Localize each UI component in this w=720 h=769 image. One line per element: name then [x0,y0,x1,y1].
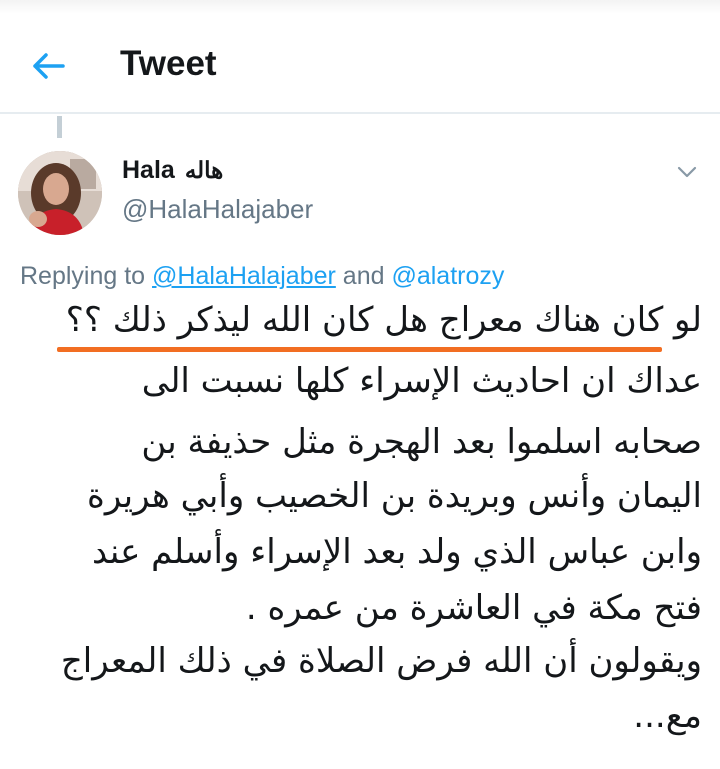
tweet-line-1: لو كان هناك معراج هل كان الله ليذكر ذلك … [65,300,702,340]
tweet-line-6: فتح مكة في العاشرة من عمره . [245,588,702,628]
tweet-line-4: اليمان وأنس وبريدة بن الخصيب وأبي هريرة [87,476,702,516]
header-bar: Tweet [0,14,720,114]
tweet-line-8: مع... [633,696,702,736]
replying-to-line: Replying to @HalaHalajaber and @alatrozy [20,262,504,291]
replying-prefix: Replying to [20,262,146,290]
tweet-line-7: ويقولون أن الله فرض الصلاة في ذلك المعرا… [60,641,702,681]
author-handle[interactable]: @HalaHalajaber [122,194,313,225]
back-button[interactable] [28,46,68,86]
thread-connector [57,116,62,138]
replying-conjunction: and [342,262,385,290]
top-shadow [0,0,720,14]
reply-mention-2[interactable]: @alatrozy [391,262,504,290]
author-name-row[interactable]: Hala هاله [122,156,223,185]
chevron-down-icon [677,166,697,178]
author-name-arabic[interactable]: هاله [185,157,223,184]
tweet-line-5: وابن عباس الذي ولد بعد الإسراء وأسلم عند [91,532,702,572]
tweet-line-3: صحابه اسلموا بعد الهجرة مثل حذيفة بن [141,422,702,462]
highlight-underline [57,347,662,352]
arrow-left-icon [33,53,65,79]
avatar-image [18,151,102,235]
author-name[interactable]: Hala [122,156,175,185]
page-title: Tweet [120,44,217,83]
tweet-line-2: عداك ان احاديث الإسراء كلها نسبت الى [141,361,702,401]
more-options-button[interactable] [672,157,702,187]
avatar[interactable] [18,151,102,235]
reply-mention-1[interactable]: @HalaHalajaber [152,262,336,290]
